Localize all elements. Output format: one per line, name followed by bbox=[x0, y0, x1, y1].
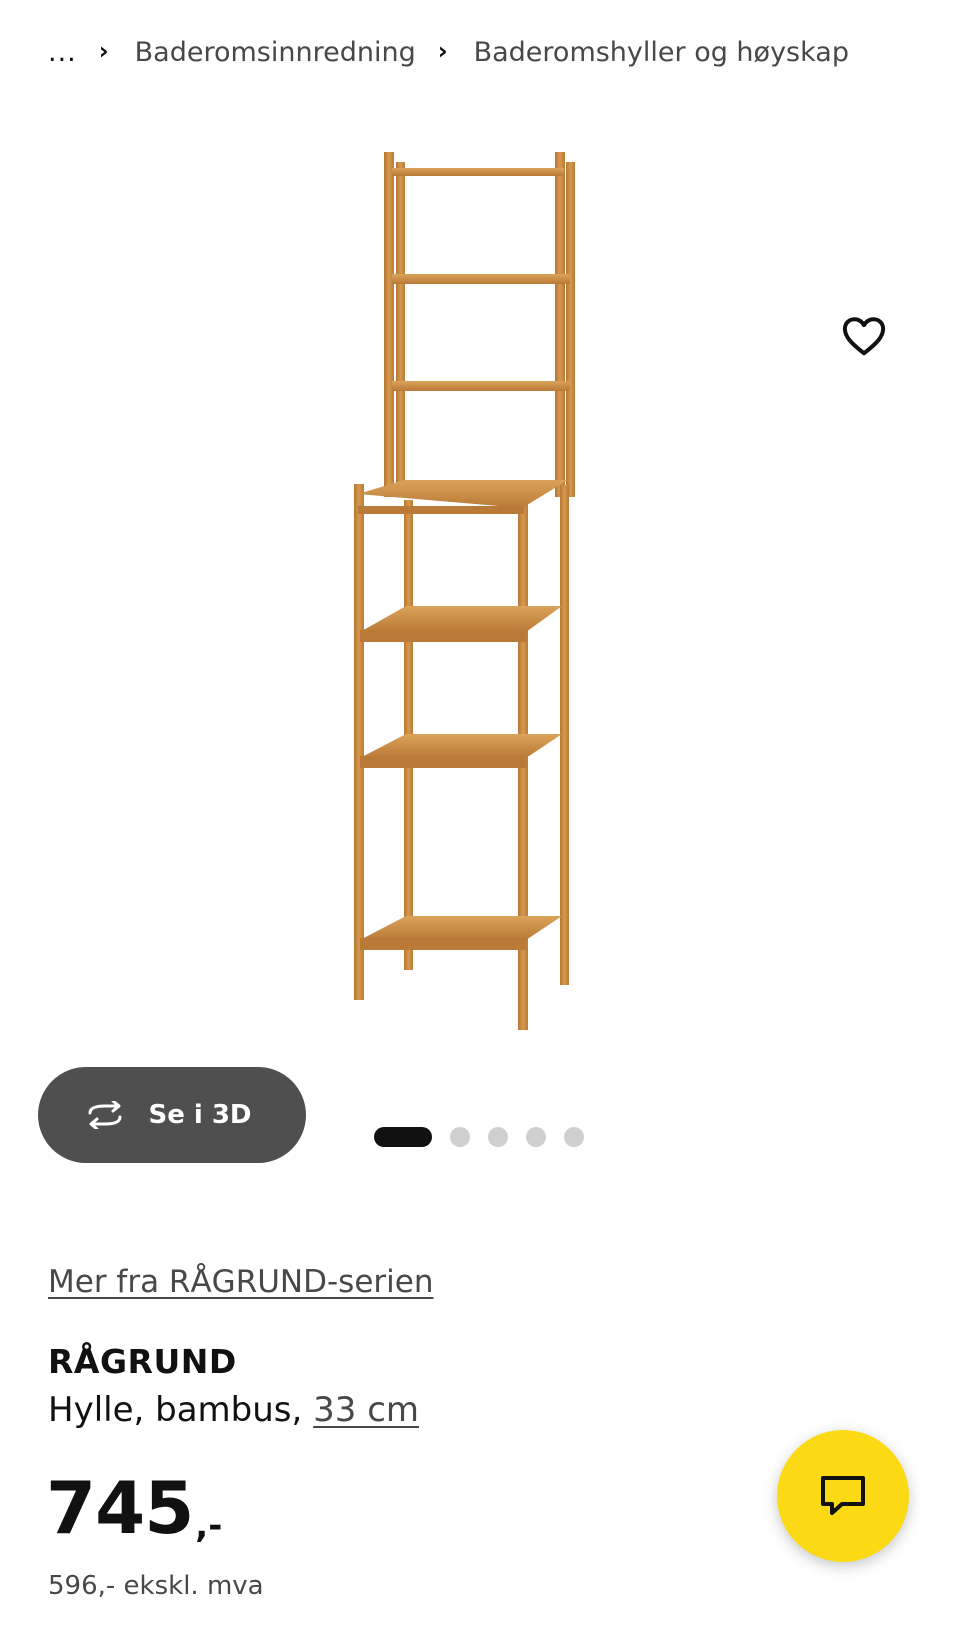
product-price: 745 ,- bbox=[46, 1466, 222, 1550]
heart-outline-icon bbox=[842, 317, 886, 356]
carousel-indicator bbox=[374, 1127, 584, 1147]
breadcrumb-ellipsis[interactable]: ... bbox=[48, 37, 77, 68]
chat-button[interactable] bbox=[777, 1430, 909, 1562]
breadcrumb: ... › Baderomsinnredning › Baderomshylle… bbox=[48, 28, 849, 76]
breadcrumb-item-baderomsinnredning[interactable]: Baderomsinnredning bbox=[135, 37, 416, 68]
breadcrumb-item-baderomshyller[interactable]: Baderomshyller og høyskap bbox=[474, 37, 849, 68]
product-description-text: Hylle, bambus, bbox=[48, 1390, 314, 1430]
carousel-dot-4[interactable] bbox=[526, 1127, 546, 1147]
size-link[interactable]: 33 cm bbox=[313, 1390, 419, 1430]
product-description: Hylle, bambus, 33 cm bbox=[48, 1390, 419, 1430]
price-suffix: ,- bbox=[195, 1506, 223, 1546]
product-image[interactable] bbox=[340, 140, 600, 1080]
carousel-dot-2[interactable] bbox=[450, 1127, 470, 1147]
view-in-3d-button[interactable]: Se i 3D bbox=[38, 1067, 306, 1163]
carousel-dot-3[interactable] bbox=[488, 1127, 508, 1147]
carousel-dot-1[interactable] bbox=[374, 1127, 432, 1147]
view-in-3d-label: Se i 3D bbox=[148, 1100, 252, 1130]
rotate-arrows-icon bbox=[88, 1101, 122, 1129]
chat-bubble-icon bbox=[821, 1476, 865, 1515]
chevron-right-icon: › bbox=[437, 37, 448, 65]
product-gallery: Se i 3D bbox=[0, 110, 960, 1163]
favorite-button[interactable] bbox=[836, 308, 892, 364]
carousel-dot-5[interactable] bbox=[564, 1127, 584, 1147]
chevron-right-icon: › bbox=[98, 37, 109, 65]
product-name: RÅGRUND bbox=[48, 1342, 237, 1381]
price-amount: 745 bbox=[46, 1466, 194, 1550]
series-link[interactable]: Mer fra RÅGRUND-serien bbox=[48, 1264, 433, 1300]
price-excl-vat: 596,- ekskl. mva bbox=[48, 1571, 264, 1601]
